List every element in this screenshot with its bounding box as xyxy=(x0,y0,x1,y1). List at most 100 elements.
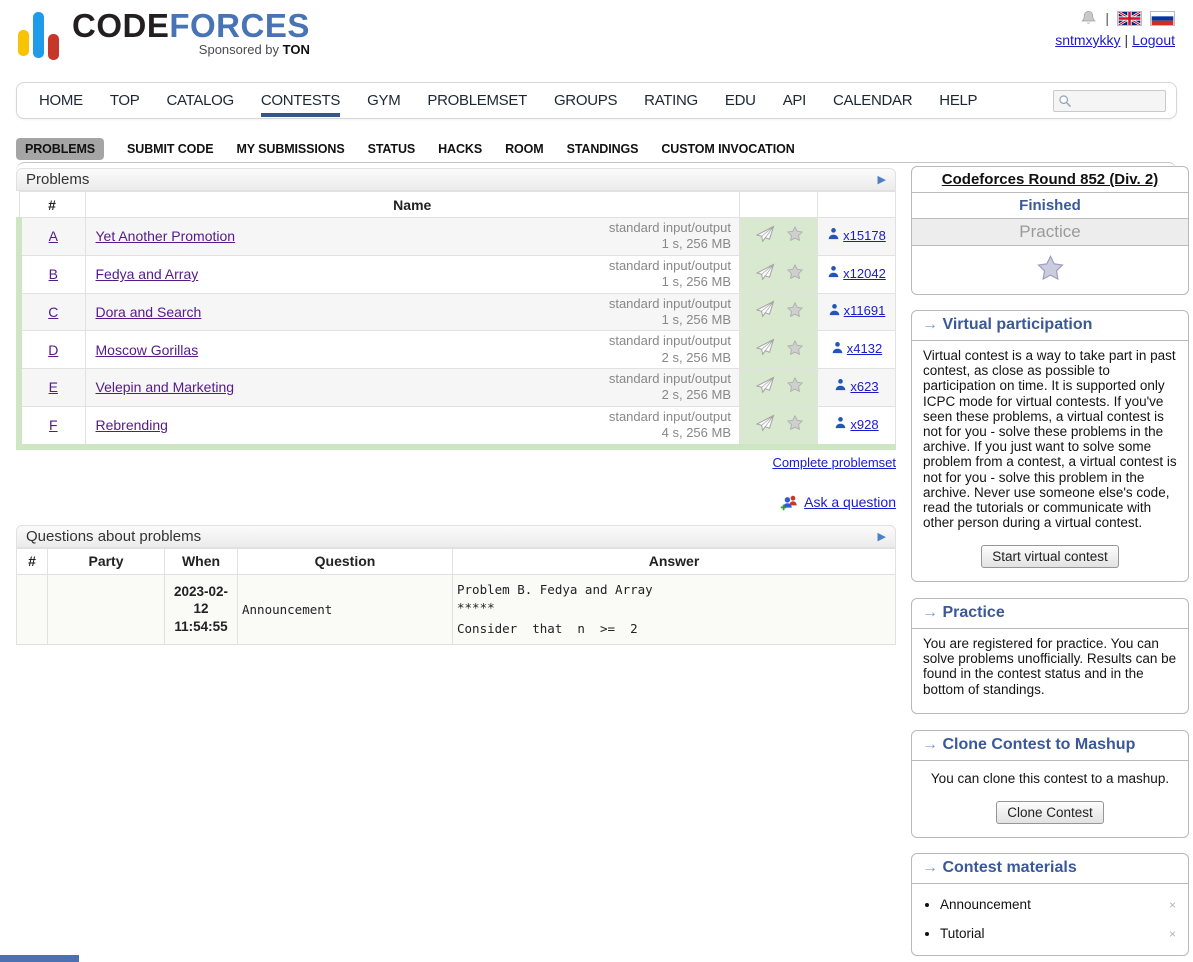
contest-mode: Practice xyxy=(912,218,1188,245)
contest-title-row: Codeforces Round 852 (Div. 2) xyxy=(912,167,1188,192)
submit-plane-icon[interactable] xyxy=(755,338,775,361)
tab-room[interactable]: ROOM xyxy=(505,142,544,156)
problems-expand-icon[interactable]: ▶ xyxy=(878,173,886,186)
problem-letter-link[interactable]: E xyxy=(49,379,58,395)
problem-letter-link[interactable]: B xyxy=(49,266,58,282)
qcol-when: When xyxy=(165,548,238,574)
problem-name-link[interactable]: Moscow Gorillas xyxy=(96,342,199,358)
favorite-star-icon[interactable] xyxy=(787,415,803,435)
material-tutorial-link[interactable]: Tutorial xyxy=(940,926,985,941)
nav-gym[interactable]: GYM xyxy=(367,84,400,117)
favorite-star-icon[interactable] xyxy=(787,264,803,284)
solved-count-link[interactable]: x623 xyxy=(850,379,878,394)
submit-plane-icon[interactable] xyxy=(755,225,775,248)
contest-navigation: PROBLEMS SUBMIT CODE MY SUBMISSIONS STAT… xyxy=(16,140,1177,162)
problem-constraints: standard input/output1 s, 256 MB xyxy=(609,220,731,253)
contest-materials-box: → Contest materials Announcement × Tutor… xyxy=(911,853,1189,956)
questions-table: # Party When Question Answer 2023-02-12 … xyxy=(16,548,896,645)
practice-text: You are registered for practice. You can… xyxy=(912,629,1188,713)
nav-edu[interactable]: EDU xyxy=(725,84,756,117)
flag-ru-icon[interactable] xyxy=(1150,11,1175,26)
codeforces-logo[interactable]: CODEFORCES Sponsored by TON xyxy=(18,8,310,64)
favorite-star-icon[interactable] xyxy=(787,302,803,322)
nav-home[interactable]: HOME xyxy=(39,84,83,117)
solved-user-icon xyxy=(834,416,847,432)
solved-count-link[interactable]: x12042 xyxy=(843,266,886,281)
logout-link[interactable]: Logout xyxy=(1132,32,1175,48)
header-separator: | xyxy=(1105,10,1109,26)
favorite-star-icon[interactable] xyxy=(787,340,803,360)
contest-status: Finished xyxy=(912,192,1188,218)
search-box[interactable] xyxy=(1053,90,1166,112)
solved-count-link[interactable]: x928 xyxy=(850,417,878,432)
col-actions xyxy=(740,192,818,218)
nav-contests[interactable]: CONTESTS xyxy=(261,84,340,117)
favorite-star-icon[interactable] xyxy=(787,226,803,246)
submit-plane-icon[interactable] xyxy=(755,376,775,399)
submit-plane-icon[interactable] xyxy=(755,300,775,323)
close-icon[interactable]: × xyxy=(1169,898,1176,912)
solved-user-icon xyxy=(827,265,840,281)
nav-top[interactable]: TOP xyxy=(110,84,140,117)
favorite-star-icon[interactable] xyxy=(787,377,803,397)
problem-constraints: standard input/output2 s, 256 MB xyxy=(609,333,731,366)
nav-api[interactable]: API xyxy=(783,84,806,117)
problem-name-link[interactable]: Dora and Search xyxy=(96,304,202,320)
contest-title-link[interactable]: Codeforces Round 852 (Div. 2) xyxy=(942,171,1158,188)
submit-plane-icon[interactable] xyxy=(755,263,775,286)
problem-constraints: standard input/output1 s, 256 MB xyxy=(609,258,731,291)
clone-mashup-text: You can clone this contest to a mashup. xyxy=(912,761,1188,794)
nav-problemset[interactable]: PROBLEMSET xyxy=(427,84,527,117)
problem-constraints: standard input/output2 s, 256 MB xyxy=(609,371,731,404)
solved-user-icon xyxy=(834,378,847,394)
clone-mashup-caption: → Clone Contest to Mashup xyxy=(912,731,1188,761)
problem-letter-link[interactable]: F xyxy=(49,417,58,433)
problem-name-link[interactable]: Rebrending xyxy=(96,417,168,433)
tab-problems[interactable]: PROBLEMS xyxy=(16,138,104,160)
material-announcement-link[interactable]: Announcement xyxy=(940,897,1031,912)
submit-plane-icon[interactable] xyxy=(755,414,775,437)
problem-letter-link[interactable]: C xyxy=(48,304,58,320)
clone-contest-button[interactable]: Clone Contest xyxy=(996,801,1104,824)
username-link[interactable]: sntmxykky xyxy=(1055,32,1120,48)
qcol-answer: Answer xyxy=(453,548,896,574)
complete-problemset-link[interactable]: Complete problemset xyxy=(772,455,896,470)
tab-my-submissions[interactable]: MY SUBMISSIONS xyxy=(236,142,344,156)
tab-submit-code[interactable]: SUBMIT CODE xyxy=(127,142,213,156)
main-navigation: HOME TOP CATALOG CONTESTS GYM PROBLEMSET… xyxy=(16,82,1177,119)
footer-strip xyxy=(0,955,79,962)
solved-count-link[interactable]: x11691 xyxy=(844,303,886,318)
table-row: B Fedya and Array standard input/output1… xyxy=(19,255,896,293)
problem-letter-link[interactable]: D xyxy=(48,342,58,358)
table-row: E Velepin and Marketing standard input/o… xyxy=(19,369,896,407)
table-row: F Rebrending standard input/output4 s, 2… xyxy=(19,406,896,446)
tab-custom-invocation[interactable]: CUSTOM INVOCATION xyxy=(661,142,794,156)
tab-hacks[interactable]: HACKS xyxy=(438,142,482,156)
flag-en-icon[interactable] xyxy=(1117,11,1142,26)
qcol-index: # xyxy=(17,548,48,574)
problem-name-link[interactable]: Yet Another Promotion xyxy=(96,228,236,244)
questions-expand-icon[interactable]: ▶ xyxy=(878,530,886,543)
tab-standings[interactable]: STANDINGS xyxy=(567,142,639,156)
close-icon[interactable]: × xyxy=(1169,927,1176,941)
favorite-contest-star-icon[interactable] xyxy=(1037,267,1064,284)
bell-icon[interactable] xyxy=(1080,10,1097,26)
ask-question-link[interactable]: Ask a question xyxy=(804,494,896,510)
problem-letter-link[interactable]: A xyxy=(49,228,58,244)
nav-groups[interactable]: GROUPS xyxy=(554,84,617,117)
nav-calendar[interactable]: CALENDAR xyxy=(833,84,912,117)
contest-star-row xyxy=(912,245,1188,294)
nav-rating[interactable]: RATING xyxy=(644,84,698,117)
start-virtual-contest-button[interactable]: Start virtual contest xyxy=(981,545,1119,568)
problem-name-link[interactable]: Fedya and Array xyxy=(96,266,199,282)
nav-help[interactable]: HELP xyxy=(939,84,977,117)
tab-status[interactable]: STATUS xyxy=(368,142,416,156)
nav-catalog[interactable]: CATALOG xyxy=(166,84,233,117)
ask-question-icon xyxy=(780,494,799,511)
contest-materials-caption: → Contest materials xyxy=(912,854,1188,884)
search-input[interactable] xyxy=(1075,93,1159,109)
solved-count-link[interactable]: x4132 xyxy=(847,341,882,356)
virtual-participation-box: → Virtual participation Virtual contest … xyxy=(911,310,1189,582)
problem-name-link[interactable]: Velepin and Marketing xyxy=(96,379,235,395)
solved-count-link[interactable]: x15178 xyxy=(843,228,886,243)
